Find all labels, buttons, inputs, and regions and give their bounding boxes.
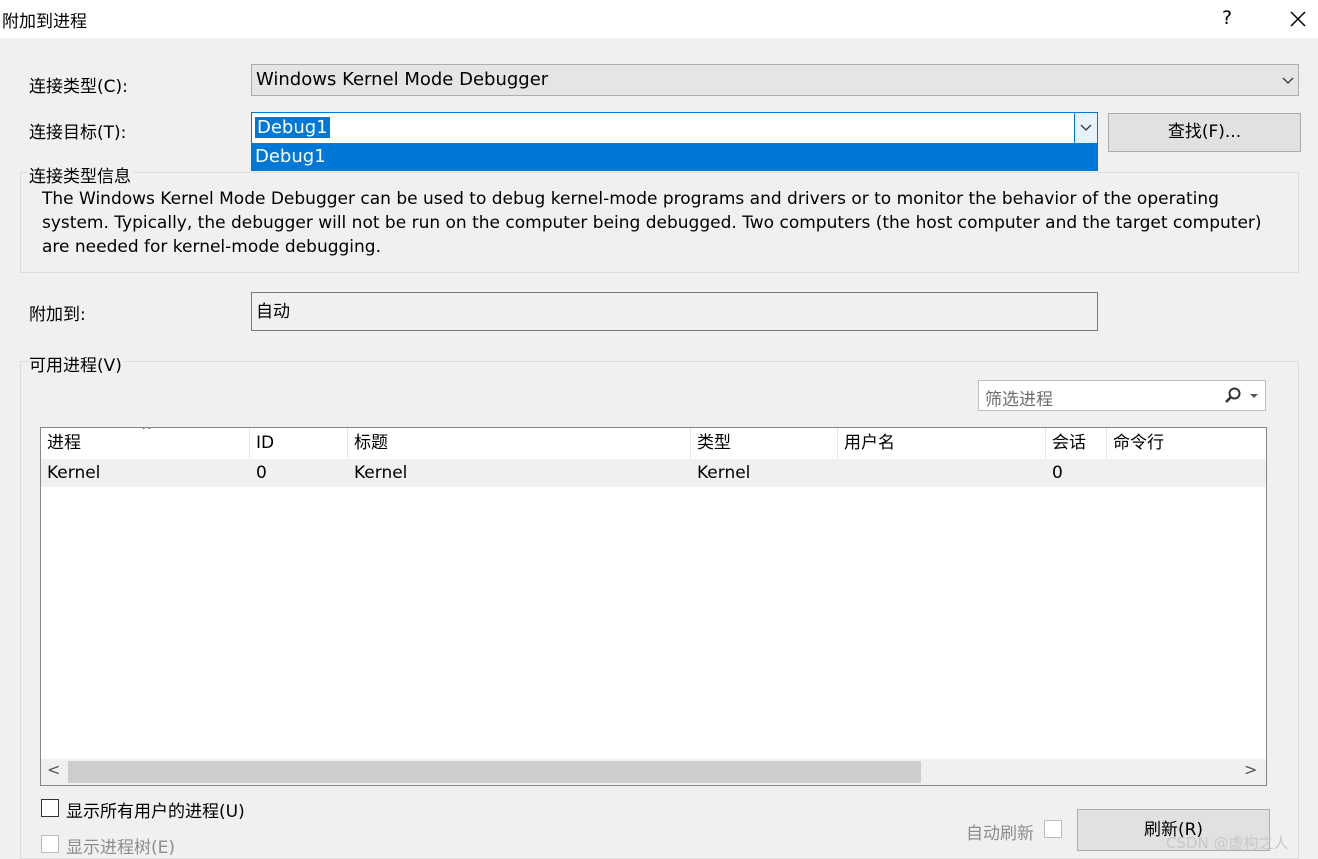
- processes-group-title: 可用进程(V): [29, 351, 124, 376]
- connection-target-label: 连接目标(T):: [29, 123, 127, 143]
- show-tree-checkbox[interactable]: [41, 835, 59, 853]
- scrollbar-thumb[interactable]: [68, 761, 921, 783]
- close-button[interactable]: [1284, 5, 1312, 33]
- connection-target-value: Debug1: [255, 117, 330, 138]
- list-header: 进程 ^ ID 标题 类型 用户名 会话 命令行: [41, 428, 1266, 458]
- horizontal-scrollbar[interactable]: < >: [41, 759, 1266, 785]
- column-header-cmdline[interactable]: 命令行: [1107, 428, 1266, 458]
- connection-info-text: The Windows Kernel Mode Debugger can be …: [42, 189, 1262, 257]
- cell-cmdline: [1107, 459, 1113, 487]
- cell-title: Kernel: [354, 463, 408, 483]
- connection-target-dropdown-list: Debug1: [251, 144, 1098, 171]
- connection-type-value: Windows Kernel Mode Debugger: [256, 69, 549, 90]
- column-header-title[interactable]: 标题: [348, 428, 691, 458]
- scroll-right-icon[interactable]: >: [1244, 760, 1257, 779]
- filter-placeholder: 筛选进程: [985, 390, 1053, 410]
- column-header-type[interactable]: 类型: [691, 428, 838, 458]
- connection-target-combobox[interactable]: Debug1: [251, 112, 1098, 144]
- cell-id: 0: [256, 463, 267, 483]
- connection-target-input[interactable]: Debug1: [255, 117, 330, 138]
- dropdown-option[interactable]: Debug1: [255, 146, 326, 167]
- show-tree-label: 显示进程树(E): [66, 838, 176, 858]
- caret-down-icon[interactable]: [1249, 392, 1259, 400]
- attach-to-field: 自动: [251, 292, 1098, 331]
- table-row[interactable]: Kernel 0 Kernel Kernel 0: [41, 459, 1266, 487]
- connection-info-title: 连接类型信息: [29, 162, 133, 187]
- process-list[interactable]: 进程 ^ ID 标题 类型 用户名 会话 命令行 Kernel 0 Kernel…: [40, 427, 1267, 786]
- watermark: CSDN @虚构之人: [1166, 834, 1289, 852]
- connection-target-dropdown-button[interactable]: [1074, 113, 1097, 143]
- title-bar: [0, 0, 1318, 38]
- window-title: 附加到进程: [2, 12, 87, 32]
- auto-refresh-label: 自动刷新: [966, 824, 1034, 844]
- sort-ascending-icon: ^: [141, 427, 152, 439]
- chevron-down-icon: [1080, 124, 1092, 131]
- cell-session: 0: [1052, 463, 1063, 483]
- filter-processes-input[interactable]: 筛选进程: [978, 380, 1266, 411]
- help-button[interactable]: ?: [1214, 5, 1240, 31]
- connection-type-label: 连接类型(C):: [29, 77, 128, 97]
- cell-process: Kernel: [47, 463, 101, 483]
- cell-username: [838, 459, 844, 487]
- attach-to-label: 附加到:: [29, 305, 86, 325]
- find-button[interactable]: 查找(F)...: [1108, 113, 1301, 152]
- column-header-id[interactable]: ID: [250, 428, 348, 458]
- cell-type: Kernel: [697, 463, 751, 483]
- chevron-down-icon: [1282, 77, 1294, 84]
- close-icon: [1290, 11, 1306, 27]
- column-header-session[interactable]: 会话: [1046, 428, 1107, 458]
- auto-refresh-checkbox[interactable]: [1044, 820, 1062, 838]
- attach-to-value: 自动: [256, 302, 290, 322]
- connection-type-select[interactable]: Windows Kernel Mode Debugger: [251, 64, 1299, 96]
- scroll-left-icon[interactable]: <: [47, 760, 60, 779]
- show-all-users-label: 显示所有用户的进程(U): [66, 802, 245, 822]
- show-all-users-checkbox[interactable]: [41, 799, 59, 817]
- column-header-username[interactable]: 用户名: [838, 428, 1046, 458]
- search-icon[interactable]: [1223, 386, 1243, 406]
